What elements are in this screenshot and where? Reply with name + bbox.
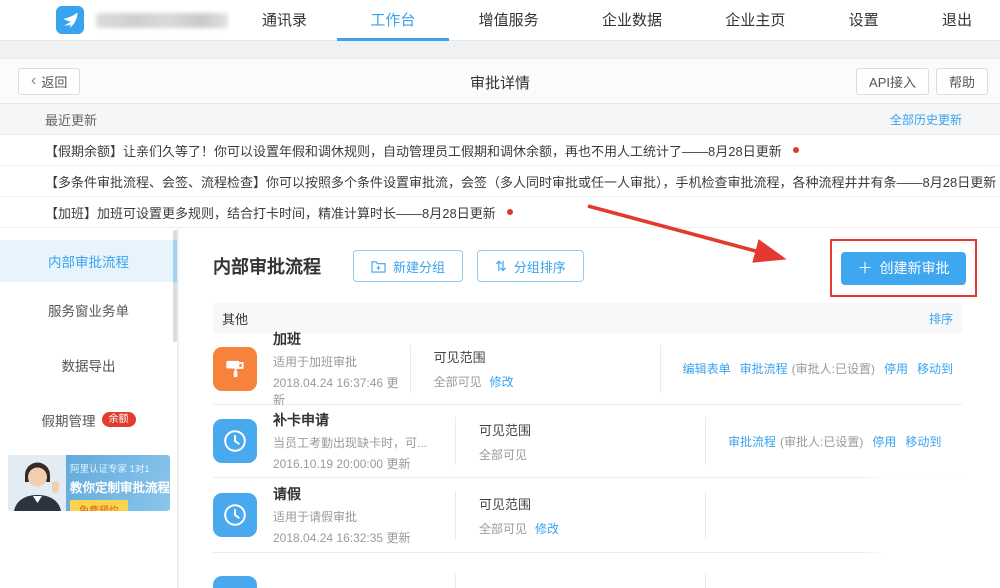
sidebar: 内部审批流程 服务窗业务单 数据导出 假期管理 余额 阿里认证专家 1对1 [0,228,178,588]
tab-enterprise-data[interactable]: 企业数据 [602,0,662,41]
back-button[interactable]: ‹ 返回 [18,68,80,95]
sidebar-item-label: 假期管理 [42,410,96,430]
airplane-icon [213,576,257,588]
banner-line1: 阿里认证专家 1对1 [70,461,166,475]
announcement-text: 【假期余额】让亲们久等了！你可以设置年假和调休规则，自动管理员工假期和调休余额，… [45,141,782,160]
banner-line2: 教你定制审批流程 [70,477,166,496]
list-item-card-reissue: 补卡申请 当员工考勤出现缺卡时，可... 2016.10.19 20:00:00… [213,405,962,478]
sort-link[interactable]: 排序 [929,310,953,327]
free-booking-button[interactable]: 免费预约 [70,500,128,511]
announcement-row[interactable]: 【加班】加班可设置更多规则，结合打卡时间，精准计算时长——8月28日更新 [0,197,1000,228]
item-title: 请假 [273,484,455,504]
list-item-business-trip: 出差 可见范围 [213,553,962,588]
sidebar-item-holiday-management[interactable]: 假期管理 余额 [0,392,177,447]
scope-value: 全部可见 [434,375,482,389]
main-panel: 内部审批流程 新建分组 ⇅ 分组排序 ＋ 创建新审批 [179,228,1000,588]
announcement-text: 【加班】加班可设置更多规则，结合打卡时间，精准计算时长——8月28日更新 [45,203,496,222]
item-desc: 适用于加班审批 [273,353,410,370]
all-history-updates-link[interactable]: 全部历史更新 [890,111,962,128]
item-title: 补卡申请 [273,410,455,430]
divider [455,574,456,588]
sidebar-item-data-export[interactable]: 数据导出 [0,337,177,392]
tab-logout[interactable]: 退出 [942,0,972,41]
clock-icon [213,493,257,537]
scope-value: 全部可见 [479,522,527,536]
paint-roller-icon [213,347,257,391]
sidebar-item-internal-approval-flow[interactable]: 内部审批流程 [0,240,177,282]
tab-value-added-services[interactable]: 增值服务 [479,0,539,41]
move-to-link[interactable]: 移动到 [905,433,941,450]
announcement-row[interactable]: 【假期余额】让亲们久等了！你可以设置年假和调休规则，自动管理员工假期和调休余额，… [0,135,1000,166]
modify-link[interactable]: 修改 [490,375,514,389]
edit-form-link[interactable]: 编辑表单 [683,360,731,377]
approver-set-note: (审批人:已设置) [792,360,875,377]
clock-icon [213,419,257,463]
plus-icon: ＋ [857,261,872,276]
announcement-row[interactable]: 【多条件审批流程、会签、流程检查】你可以按照多个条件设置审批流，会签（多人同时审… [0,166,1000,197]
expert-promo-banner[interactable]: 阿里认证专家 1对1 教你定制审批流程 免费预约 [8,455,170,511]
approval-admin-page: 通讯录 工作台 增值服务 企业数据 企业主页 设置 退出 审批详情 ‹ 返回 A… [0,0,1000,588]
approval-flow-link[interactable]: 审批流程 [740,360,788,377]
approval-flow-link[interactable]: 审批流程 [728,433,776,450]
divider [705,574,706,588]
item-desc: 当员工考勤出现缺卡时，可... [273,434,455,451]
recent-updates-bar: 最近更新 全部历史更新 [0,104,1000,135]
create-new-approval-label: 创建新审批 [880,258,950,278]
new-group-label: 新建分组 [393,257,445,276]
sidebar-item-service-window-orders[interactable]: 服务窗业务单 [0,282,177,337]
item-updated-time: 2018.04.24 16:32:35 更新 [273,529,455,546]
list-item-leave: 请假 适用于请假审批 2018.04.24 16:32:35 更新 可见范围 全… [213,478,962,553]
group-sort-label: 分组排序 [514,257,566,276]
watermark-overlay [885,478,1000,588]
company-name-blurred [96,13,228,28]
unread-dot-icon [793,147,799,153]
scope-label: 可见范围 [434,347,660,366]
page-title: 审批详情 [0,59,1000,105]
scope-value: 全部可见 [479,448,527,462]
wing-icon [60,10,80,30]
group-sort-button[interactable]: ⇅ 分组排序 [477,250,584,282]
create-new-approval-button[interactable]: ＋ 创建新审批 [841,252,966,285]
scope-label: 可见范围 [479,494,705,513]
top-navigation: 通讯录 工作台 增值服务 企业数据 企业主页 设置 退出 [0,0,1000,41]
announcement-text: 【多条件审批流程、会签、流程检查】你可以按照多个条件设置审批流，会签（多人同时审… [45,172,996,191]
approver-set-note: (审批人:已设置) [780,433,863,450]
balance-badge: 余额 [102,412,136,427]
item-updated-time: 2018.04.24 16:37:46 更新 [273,374,410,408]
item-updated-time: 2016.10.19 20:00:00 更新 [273,455,455,472]
back-button-label: 返回 [41,72,67,91]
modify-link[interactable]: 修改 [535,522,559,536]
move-to-link[interactable]: 移动到 [917,360,953,377]
nav-tabs: 通讯录 工作台 增值服务 企业数据 企业主页 设置 退出 [262,0,972,41]
chevron-left-icon: ‹ [31,73,36,89]
disable-link[interactable]: 停用 [884,360,908,377]
page-header: 审批详情 ‹ 返回 API接入 帮助 [0,58,1000,104]
section-title: 内部审批流程 [213,253,321,279]
approval-list: 加班 适用于加班审批 2018.04.24 16:37:46 更新 可见范围 全… [213,333,962,588]
item-desc: 适用于请假审批 [273,508,455,525]
item-title: 加班 [273,329,410,349]
api-access-button[interactable]: API接入 [856,68,929,95]
tab-workbench[interactable]: 工作台 [370,0,415,41]
divider [705,491,706,539]
tutorial-highlight-box: ＋ 创建新审批 [830,239,977,297]
sort-arrows-icon: ⇅ [495,259,507,273]
expert-photo [8,455,66,511]
tab-enterprise-homepage[interactable]: 企业主页 [725,0,785,41]
scope-label: 可见范围 [479,420,705,439]
dingtalk-logo-icon[interactable] [56,6,84,34]
tab-contacts[interactable]: 通讯录 [262,0,307,41]
group-name: 其他 [222,309,248,328]
disable-link[interactable]: 停用 [872,433,896,450]
list-item-overtime: 加班 适用于加班审批 2018.04.24 16:37:46 更新 可见范围 全… [213,333,962,405]
folder-plus-icon [371,260,386,273]
content-area: 内部审批流程 服务窗业务单 数据导出 假期管理 余额 阿里认证专家 1对1 [0,228,1000,588]
help-button[interactable]: 帮助 [936,68,988,95]
recent-updates-title: 最近更新 [45,110,97,129]
new-group-button[interactable]: 新建分组 [353,250,463,282]
unread-dot-icon [507,209,513,215]
tab-settings[interactable]: 设置 [849,0,879,41]
